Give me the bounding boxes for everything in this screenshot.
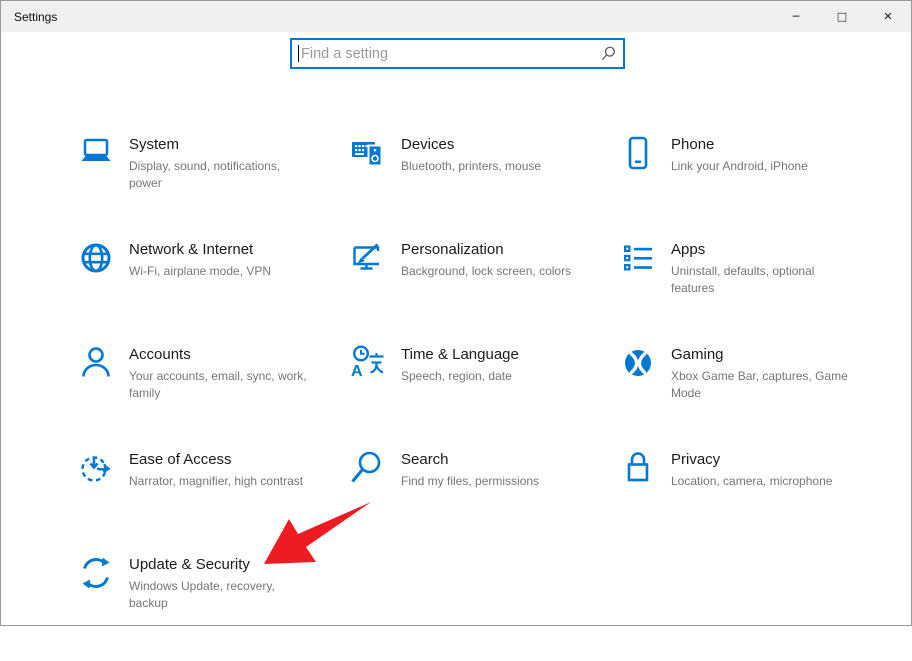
tile-subtitle: Windows Update, recovery, backup xyxy=(129,578,315,611)
tile-subtitle: Your accounts, email, sync, work, family xyxy=(129,368,315,401)
tile-title: Time & Language xyxy=(401,346,519,363)
tile-subtitle: Bluetooth, printers, mouse xyxy=(401,158,541,175)
tile-subtitle: Wi-Fi, airplane mode, VPN xyxy=(129,263,271,280)
tile-phone[interactable]: Phone Link your Android, iPhone xyxy=(618,136,884,241)
tile-personalization[interactable]: Personalization Background, lock screen,… xyxy=(348,241,618,346)
minimize-button[interactable]: ─ xyxy=(773,1,819,32)
close-button[interactable]: ✕ xyxy=(865,1,911,32)
tile-subtitle: Location, camera, microphone xyxy=(671,473,832,490)
phone-icon xyxy=(618,133,658,173)
clock-language-icon: A xyxy=(348,343,388,383)
person-icon xyxy=(76,343,116,383)
tile-time-language[interactable]: A Time & Language Speech, region, date xyxy=(348,346,618,451)
tile-gaming[interactable]: Gaming Xbox Game Bar, captures, Game Mod… xyxy=(618,346,884,451)
xbox-icon xyxy=(618,343,658,383)
tile-subtitle: Background, lock screen, colors xyxy=(401,263,571,280)
tile-system[interactable]: System Display, sound, notifications, po… xyxy=(76,136,348,241)
tile-apps[interactable]: Apps Uninstall, defaults, optional featu… xyxy=(618,241,884,346)
tile-title: Devices xyxy=(401,136,541,153)
tile-title: Phone xyxy=(671,136,808,153)
tile-title: Network & Internet xyxy=(129,241,271,258)
tile-title: Update & Security xyxy=(129,556,315,573)
tile-accounts[interactable]: Accounts Your accounts, email, sync, wor… xyxy=(76,346,348,451)
tile-title: Search xyxy=(401,451,539,468)
tile-title: System xyxy=(129,136,315,153)
tile-subtitle: Xbox Game Bar, captures, Game Mode xyxy=(671,368,857,401)
tile-title: Accounts xyxy=(129,346,315,363)
maximize-button[interactable]: □ xyxy=(819,1,865,32)
tile-privacy[interactable]: Privacy Location, camera, microphone xyxy=(618,451,884,556)
search-icon xyxy=(601,46,616,61)
window-controls: ─ □ ✕ xyxy=(773,1,911,32)
svg-text:A: A xyxy=(351,363,363,380)
tile-title: Gaming xyxy=(671,346,857,363)
sync-icon xyxy=(76,553,116,593)
minimize-icon: ─ xyxy=(793,10,800,23)
tile-title: Ease of Access xyxy=(129,451,303,468)
tile-devices[interactable]: Devices Bluetooth, printers, mouse xyxy=(348,136,618,241)
tile-title: Personalization xyxy=(401,241,571,258)
tile-subtitle: Display, sound, notifications, power xyxy=(129,158,315,191)
search-input[interactable] xyxy=(290,38,625,69)
tile-subtitle: Narrator, magnifier, high contrast xyxy=(129,473,303,490)
tile-subtitle: Uninstall, defaults, optional features xyxy=(671,263,857,296)
tile-network-internet[interactable]: Network & Internet Wi-Fi, airplane mode,… xyxy=(76,241,348,346)
keyboard-speaker-icon xyxy=(348,133,388,173)
tile-title: Privacy xyxy=(671,451,832,468)
tile-subtitle: Link your Android, iPhone xyxy=(671,158,808,175)
window-title: Settings xyxy=(1,10,57,24)
titlebar: Settings ─ □ ✕ xyxy=(1,1,911,32)
tile-title: Apps xyxy=(671,241,857,258)
ease-of-access-icon xyxy=(76,448,116,488)
lock-icon xyxy=(618,448,658,488)
settings-window: { "window": { "title": "Settings", "mini… xyxy=(0,0,912,626)
tile-subtitle: Find my files, permissions xyxy=(401,473,539,490)
tile-subtitle: Speech, region, date xyxy=(401,368,519,385)
text-cursor xyxy=(298,45,299,62)
tile-search[interactable]: Search Find my files, permissions xyxy=(348,451,618,556)
search-box xyxy=(290,38,625,69)
tile-update-security[interactable]: Update & Security Windows Update, recove… xyxy=(76,556,348,661)
app-list-icon xyxy=(618,238,658,278)
globe-icon xyxy=(76,238,116,278)
tile-ease-of-access[interactable]: Ease of Access Narrator, magnifier, high… xyxy=(76,451,348,556)
close-icon: ✕ xyxy=(883,10,892,23)
maximize-icon: □ xyxy=(837,10,847,23)
settings-categories-grid: System Display, sound, notifications, po… xyxy=(76,136,884,661)
laptop-icon xyxy=(76,133,116,173)
monitor-brush-icon xyxy=(348,238,388,278)
magnifier-icon xyxy=(348,448,388,488)
